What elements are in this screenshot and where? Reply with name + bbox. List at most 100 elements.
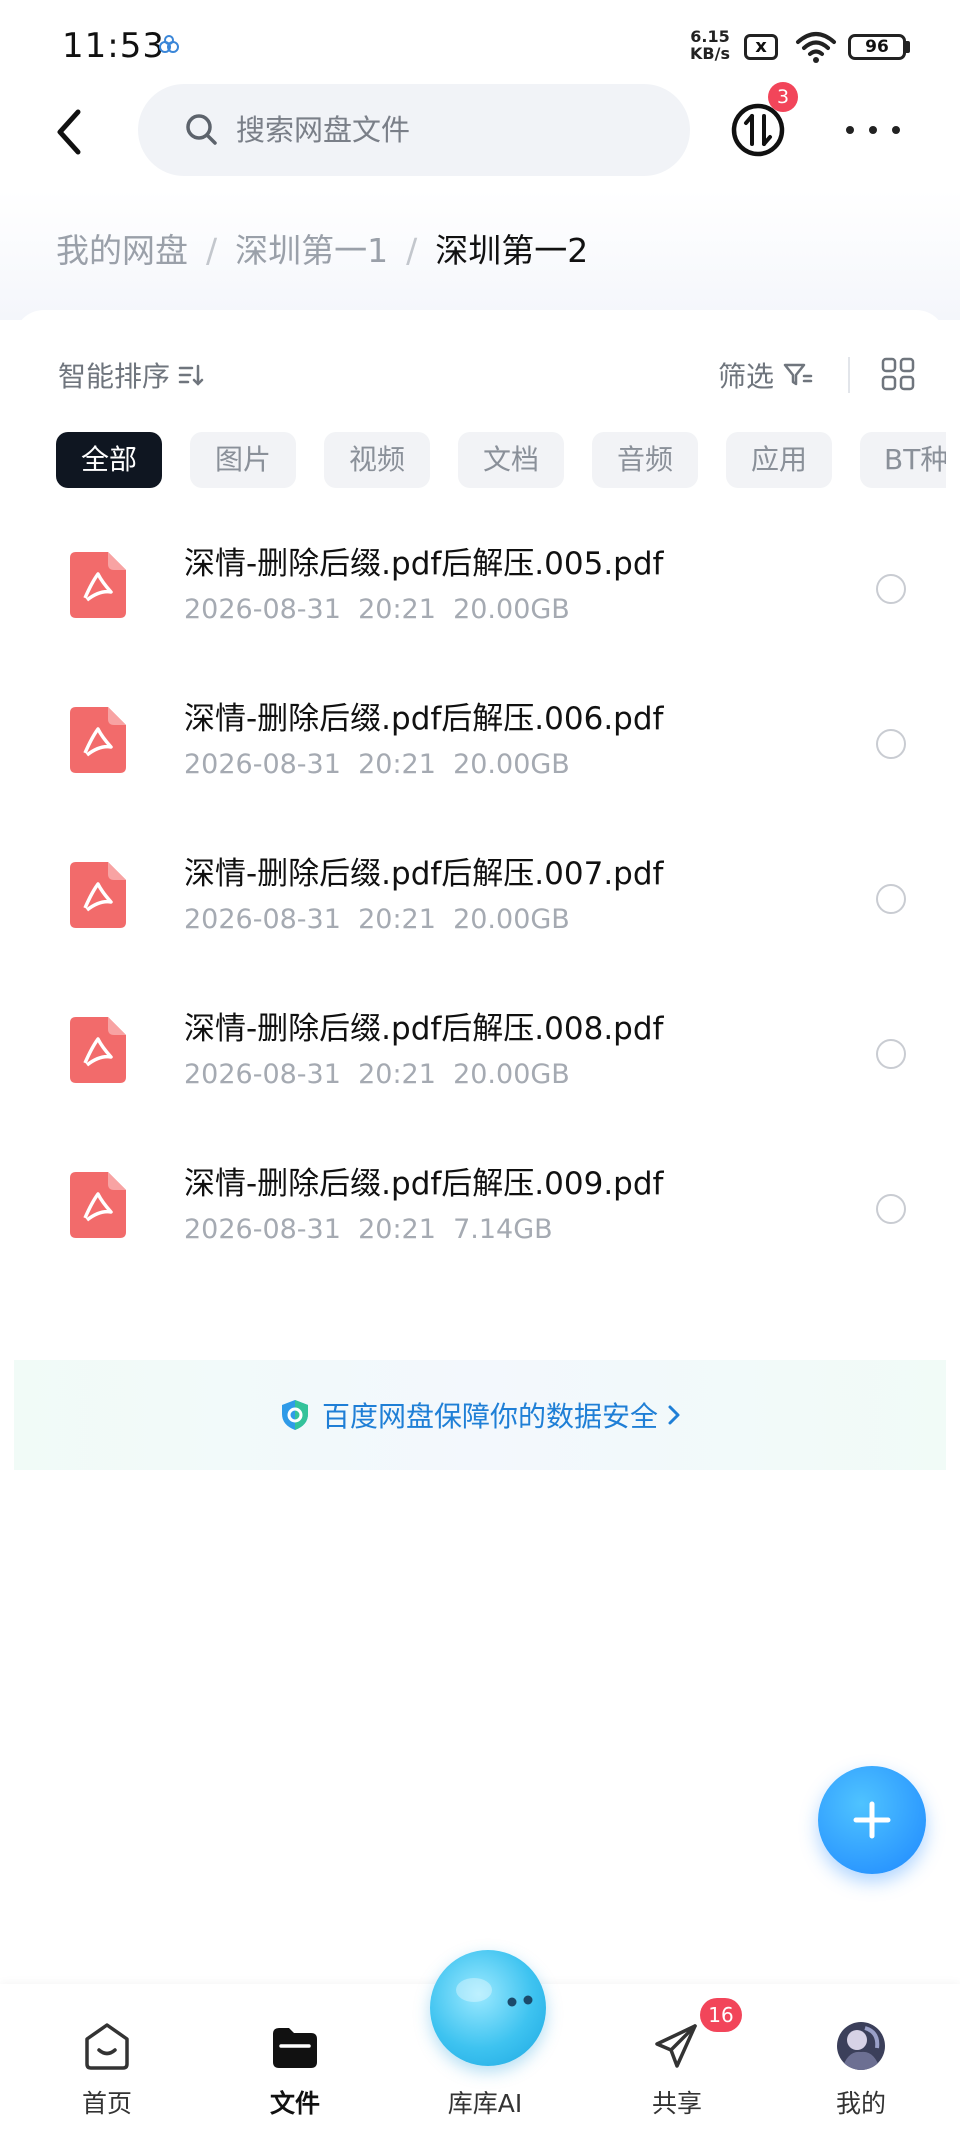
file-time: 20:21 xyxy=(358,1059,436,1090)
select-checkbox[interactable] xyxy=(876,729,906,759)
more-dot xyxy=(892,126,900,134)
file-size: 20.00GB xyxy=(453,1059,570,1090)
file-size: 7.14GB xyxy=(453,1214,553,1245)
sim-status-icon: x xyxy=(744,34,778,60)
wifi-icon xyxy=(796,32,836,63)
battery-icon: 96 xyxy=(848,34,906,60)
file-name: 深情-删除后缀.pdf后解压.008.pdf xyxy=(184,1011,664,1047)
sort-button[interactable]: 智能排序 xyxy=(58,355,206,395)
nav-label-home: 首页 xyxy=(81,2089,132,2118)
more-dot xyxy=(846,126,854,134)
nav-label-me: 我的 xyxy=(835,2089,886,2118)
ai-face-icon xyxy=(456,1978,533,2007)
pdf-file-icon xyxy=(70,1017,126,1083)
share-badge: 16 xyxy=(700,1998,742,2032)
category-chip-apps[interactable]: 应用 xyxy=(726,432,832,488)
file-name: 深情-删除后缀.pdf后解压.006.pdf xyxy=(184,701,664,737)
nav-item-home[interactable]: 首页 xyxy=(32,1984,182,2132)
status-bar: 11:53 6.15 KB/s x 96 xyxy=(0,0,960,90)
nav-item-files[interactable]: 文件 xyxy=(220,1984,370,2132)
chevron-right-icon xyxy=(668,1405,680,1425)
file-row[interactable]: 深情-删除后缀.pdf后解压.006.pdf 2026-08-31 20:21 … xyxy=(0,685,960,839)
toolbar-divider xyxy=(848,357,850,393)
file-meta: 2026-08-31 20:21 20.00GB xyxy=(184,749,570,780)
file-date: 2026-08-31 xyxy=(184,1059,341,1090)
breadcrumb-separator: / xyxy=(406,231,418,270)
file-date: 2026-08-31 xyxy=(184,1214,341,1245)
network-speed: 6.15 KB/s xyxy=(690,28,730,62)
pdf-file-icon xyxy=(70,707,126,773)
grid-view-icon[interactable] xyxy=(880,356,916,392)
sort-icon xyxy=(178,364,204,386)
plus-icon xyxy=(853,1801,891,1839)
more-dot xyxy=(869,126,877,134)
search-placeholder: 搜索网盘文件 xyxy=(236,113,411,147)
nav-item-me[interactable]: 我的 xyxy=(786,1984,936,2132)
file-meta: 2026-08-31 20:21 20.00GB xyxy=(184,904,570,935)
file-name: 深情-删除后缀.pdf后解压.005.pdf xyxy=(184,546,664,582)
select-checkbox[interactable] xyxy=(876,1039,906,1069)
ai-assistant-icon[interactable] xyxy=(430,1950,546,2066)
app-notification-icon xyxy=(159,35,179,53)
category-chip-documents[interactable]: 文档 xyxy=(458,432,564,488)
filter-icon xyxy=(783,363,813,386)
file-time: 20:21 xyxy=(358,1214,436,1245)
search-icon xyxy=(186,114,217,145)
select-checkbox[interactable] xyxy=(876,574,906,604)
status-time: 11:53 xyxy=(62,26,165,66)
category-chip-images[interactable]: 图片 xyxy=(190,432,296,488)
security-banner-text: 百度网盘保障你的数据安全 xyxy=(321,1400,658,1433)
transfer-badge: 3 xyxy=(768,82,798,112)
file-meta: 2026-08-31 20:21 7.14GB xyxy=(184,1214,553,1245)
pdf-file-icon xyxy=(70,862,126,928)
filter-button[interactable]: 筛选 xyxy=(718,355,814,395)
share-icon xyxy=(655,2024,697,2068)
folder-icon xyxy=(273,2028,317,2068)
network-speed-value: 6.15 xyxy=(690,27,730,46)
sort-label: 智能排序 xyxy=(58,360,171,393)
file-size: 20.00GB xyxy=(453,594,570,625)
filter-label: 筛选 xyxy=(718,360,775,393)
back-arrow-icon xyxy=(57,109,81,155)
network-speed-unit: KB/s xyxy=(690,44,730,63)
file-meta: 2026-08-31 20:21 20.00GB xyxy=(184,1059,570,1090)
file-date: 2026-08-31 xyxy=(184,749,341,780)
nav-label-ai: 库库AI xyxy=(447,2089,523,2118)
shield-icon xyxy=(281,1400,308,1430)
home-icon xyxy=(85,2023,129,2070)
file-name: 深情-删除后缀.pdf后解压.007.pdf xyxy=(184,856,664,892)
select-checkbox[interactable] xyxy=(876,1194,906,1224)
security-banner[interactable]: 百度网盘保障你的数据安全 xyxy=(14,1360,946,1470)
pdf-file-icon xyxy=(70,1172,126,1238)
breadcrumb: 我的网盘 / 深圳第一1 / 深圳第一2 xyxy=(56,228,588,274)
pdf-file-icon xyxy=(70,552,126,618)
file-row[interactable]: 深情-删除后缀.pdf后解压.009.pdf 2026-08-31 20:21 … xyxy=(0,1150,960,1304)
category-chip-all[interactable]: 全部 xyxy=(56,432,162,488)
file-size: 20.00GB xyxy=(453,749,570,780)
category-chip-videos[interactable]: 视频 xyxy=(324,432,430,488)
file-time: 20:21 xyxy=(358,749,436,780)
breadcrumb-item-parent[interactable]: 深圳第一1 xyxy=(235,228,388,274)
more-options-button[interactable] xyxy=(846,110,900,150)
breadcrumb-separator: / xyxy=(206,231,218,270)
category-chip-audio[interactable]: 音频 xyxy=(592,432,698,488)
breadcrumb-item-root[interactable]: 我的网盘 xyxy=(56,228,188,274)
battery-tip xyxy=(906,41,910,53)
file-row[interactable]: 深情-删除后缀.pdf后解压.007.pdf 2026-08-31 20:21 … xyxy=(0,840,960,994)
file-row[interactable]: 深情-删除后缀.pdf后解压.008.pdf 2026-08-31 20:21 … xyxy=(0,995,960,1149)
breadcrumb-current: 深圳第一2 xyxy=(435,231,589,270)
nav-label-files: 文件 xyxy=(269,2089,320,2118)
file-date: 2026-08-31 xyxy=(184,904,341,935)
avatar-icon xyxy=(837,2022,885,2070)
add-button[interactable] xyxy=(818,1766,926,1874)
file-time: 20:21 xyxy=(358,904,436,935)
file-row[interactable]: 深情-删除后缀.pdf后解压.005.pdf 2026-08-31 20:21 … xyxy=(0,530,960,684)
back-button[interactable] xyxy=(44,100,94,164)
file-size: 20.00GB xyxy=(453,904,570,935)
category-chips: 全部 图片 视频 文档 音频 应用 BT种 xyxy=(56,432,946,488)
nav-label-share: 共享 xyxy=(651,2089,702,2118)
search-input[interactable]: 搜索网盘文件 xyxy=(138,84,690,176)
category-chip-bt[interactable]: BT种 xyxy=(860,432,946,488)
file-name: 深情-删除后缀.pdf后解压.009.pdf xyxy=(184,1166,664,1202)
select-checkbox[interactable] xyxy=(876,884,906,914)
